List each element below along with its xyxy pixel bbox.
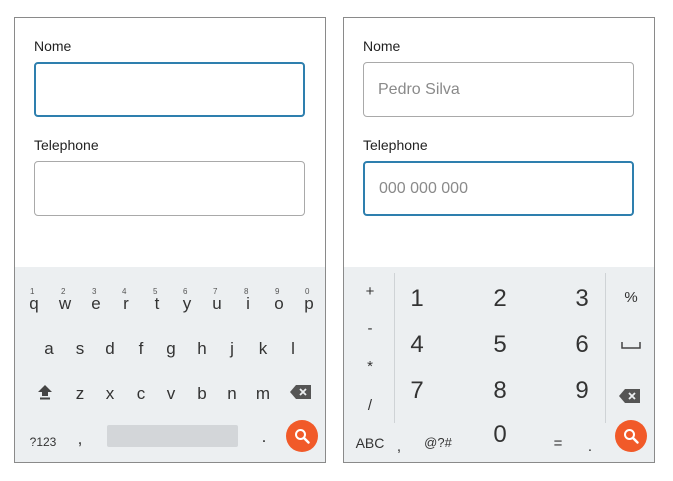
digit-9-key[interactable]: 9 [562, 377, 602, 405]
numeric-keyboard: + - * / 1 2 3 4 5 6 7 8 9 0 % ABC , @?# … [344, 267, 654, 462]
keypad-divider-left [394, 273, 395, 423]
key-u[interactable]: 7u [207, 287, 227, 314]
space-key[interactable] [619, 337, 643, 354]
search-button[interactable] [286, 420, 318, 452]
key-t[interactable]: 5t [147, 287, 167, 314]
key-k[interactable]: k [253, 339, 273, 359]
key-m[interactable]: m [253, 384, 273, 404]
key-p[interactable]: 0p [299, 287, 319, 314]
plus-key[interactable]: + [358, 283, 382, 300]
qwerty-keyboard: 1q 2w 3e 4r 5t 6y 7u 8i 9o 0p a s d f g … [15, 267, 325, 462]
name-label: Nome [34, 38, 72, 54]
key-g[interactable]: g [161, 339, 181, 359]
digit-0-key[interactable]: 0 [480, 421, 520, 449]
digit-3-key[interactable]: 3 [562, 285, 602, 313]
key-d[interactable]: d [100, 339, 120, 359]
key-c[interactable]: c [131, 384, 151, 404]
symbols-key[interactable]: @?# [421, 435, 455, 450]
backspace-icon [619, 389, 640, 403]
period-key[interactable]: . [583, 438, 597, 455]
key-x[interactable]: x [100, 384, 120, 404]
search-icon [295, 429, 310, 444]
key-h[interactable]: h [192, 339, 212, 359]
key-b[interactable]: b [192, 384, 212, 404]
symbols-key[interactable]: ?123 [27, 432, 59, 452]
key-l[interactable]: l [283, 339, 303, 359]
space-key[interactable] [107, 425, 238, 447]
backspace-key[interactable] [289, 384, 313, 405]
key-s[interactable]: s [70, 339, 90, 359]
divide-key[interactable]: / [358, 397, 382, 414]
telephone-input[interactable] [363, 161, 634, 216]
telephone-label: Telephone [363, 137, 428, 153]
minus-key[interactable]: - [358, 320, 382, 337]
key-w[interactable]: 2w [55, 287, 75, 314]
comma-key[interactable]: , [392, 438, 406, 455]
name-label: Nome [363, 38, 401, 54]
digit-4-key[interactable]: 4 [397, 331, 437, 359]
key-f[interactable]: f [131, 339, 151, 359]
percent-key[interactable]: % [619, 289, 643, 306]
keypad-divider-right [605, 273, 606, 423]
comma-key[interactable]: , [73, 429, 87, 449]
digit-1-key[interactable]: 1 [397, 285, 437, 313]
shift-key[interactable] [33, 384, 57, 405]
key-o[interactable]: 9o [269, 287, 289, 314]
digit-2-key[interactable]: 2 [480, 285, 520, 313]
telephone-label: Telephone [34, 137, 99, 153]
left-screen: Nome Telephone 1q 2w 3e 4r 5t 6y 7u 8i 9… [14, 17, 326, 463]
multiply-key[interactable]: * [358, 358, 382, 375]
key-e[interactable]: 3e [86, 287, 106, 314]
key-v[interactable]: v [161, 384, 181, 404]
abc-key[interactable]: ABC [353, 435, 387, 451]
key-i[interactable]: 8i [238, 287, 258, 314]
space-icon [621, 342, 641, 349]
digit-7-key[interactable]: 7 [397, 377, 437, 405]
name-input[interactable] [34, 62, 305, 117]
shift-icon [38, 385, 52, 400]
key-a[interactable]: a [39, 339, 59, 359]
key-y[interactable]: 6y [177, 287, 197, 314]
period-key[interactable]: . [257, 427, 271, 447]
backspace-key[interactable] [618, 388, 642, 408]
key-r[interactable]: 4r [116, 287, 136, 314]
backspace-icon [290, 385, 311, 399]
search-button[interactable] [615, 420, 647, 452]
key-n[interactable]: n [222, 384, 242, 404]
key-q[interactable]: 1q [24, 287, 44, 314]
digit-6-key[interactable]: 6 [562, 331, 602, 359]
name-input[interactable] [363, 62, 634, 117]
equals-key[interactable]: = [546, 435, 570, 452]
search-icon [624, 429, 639, 444]
key-z[interactable]: z [70, 384, 90, 404]
digit-8-key[interactable]: 8 [480, 377, 520, 405]
telephone-input[interactable] [34, 161, 305, 216]
key-j[interactable]: j [222, 339, 242, 359]
right-screen: Nome Telephone + - * / 1 2 3 4 5 6 7 8 9… [343, 17, 655, 463]
digit-5-key[interactable]: 5 [480, 331, 520, 359]
